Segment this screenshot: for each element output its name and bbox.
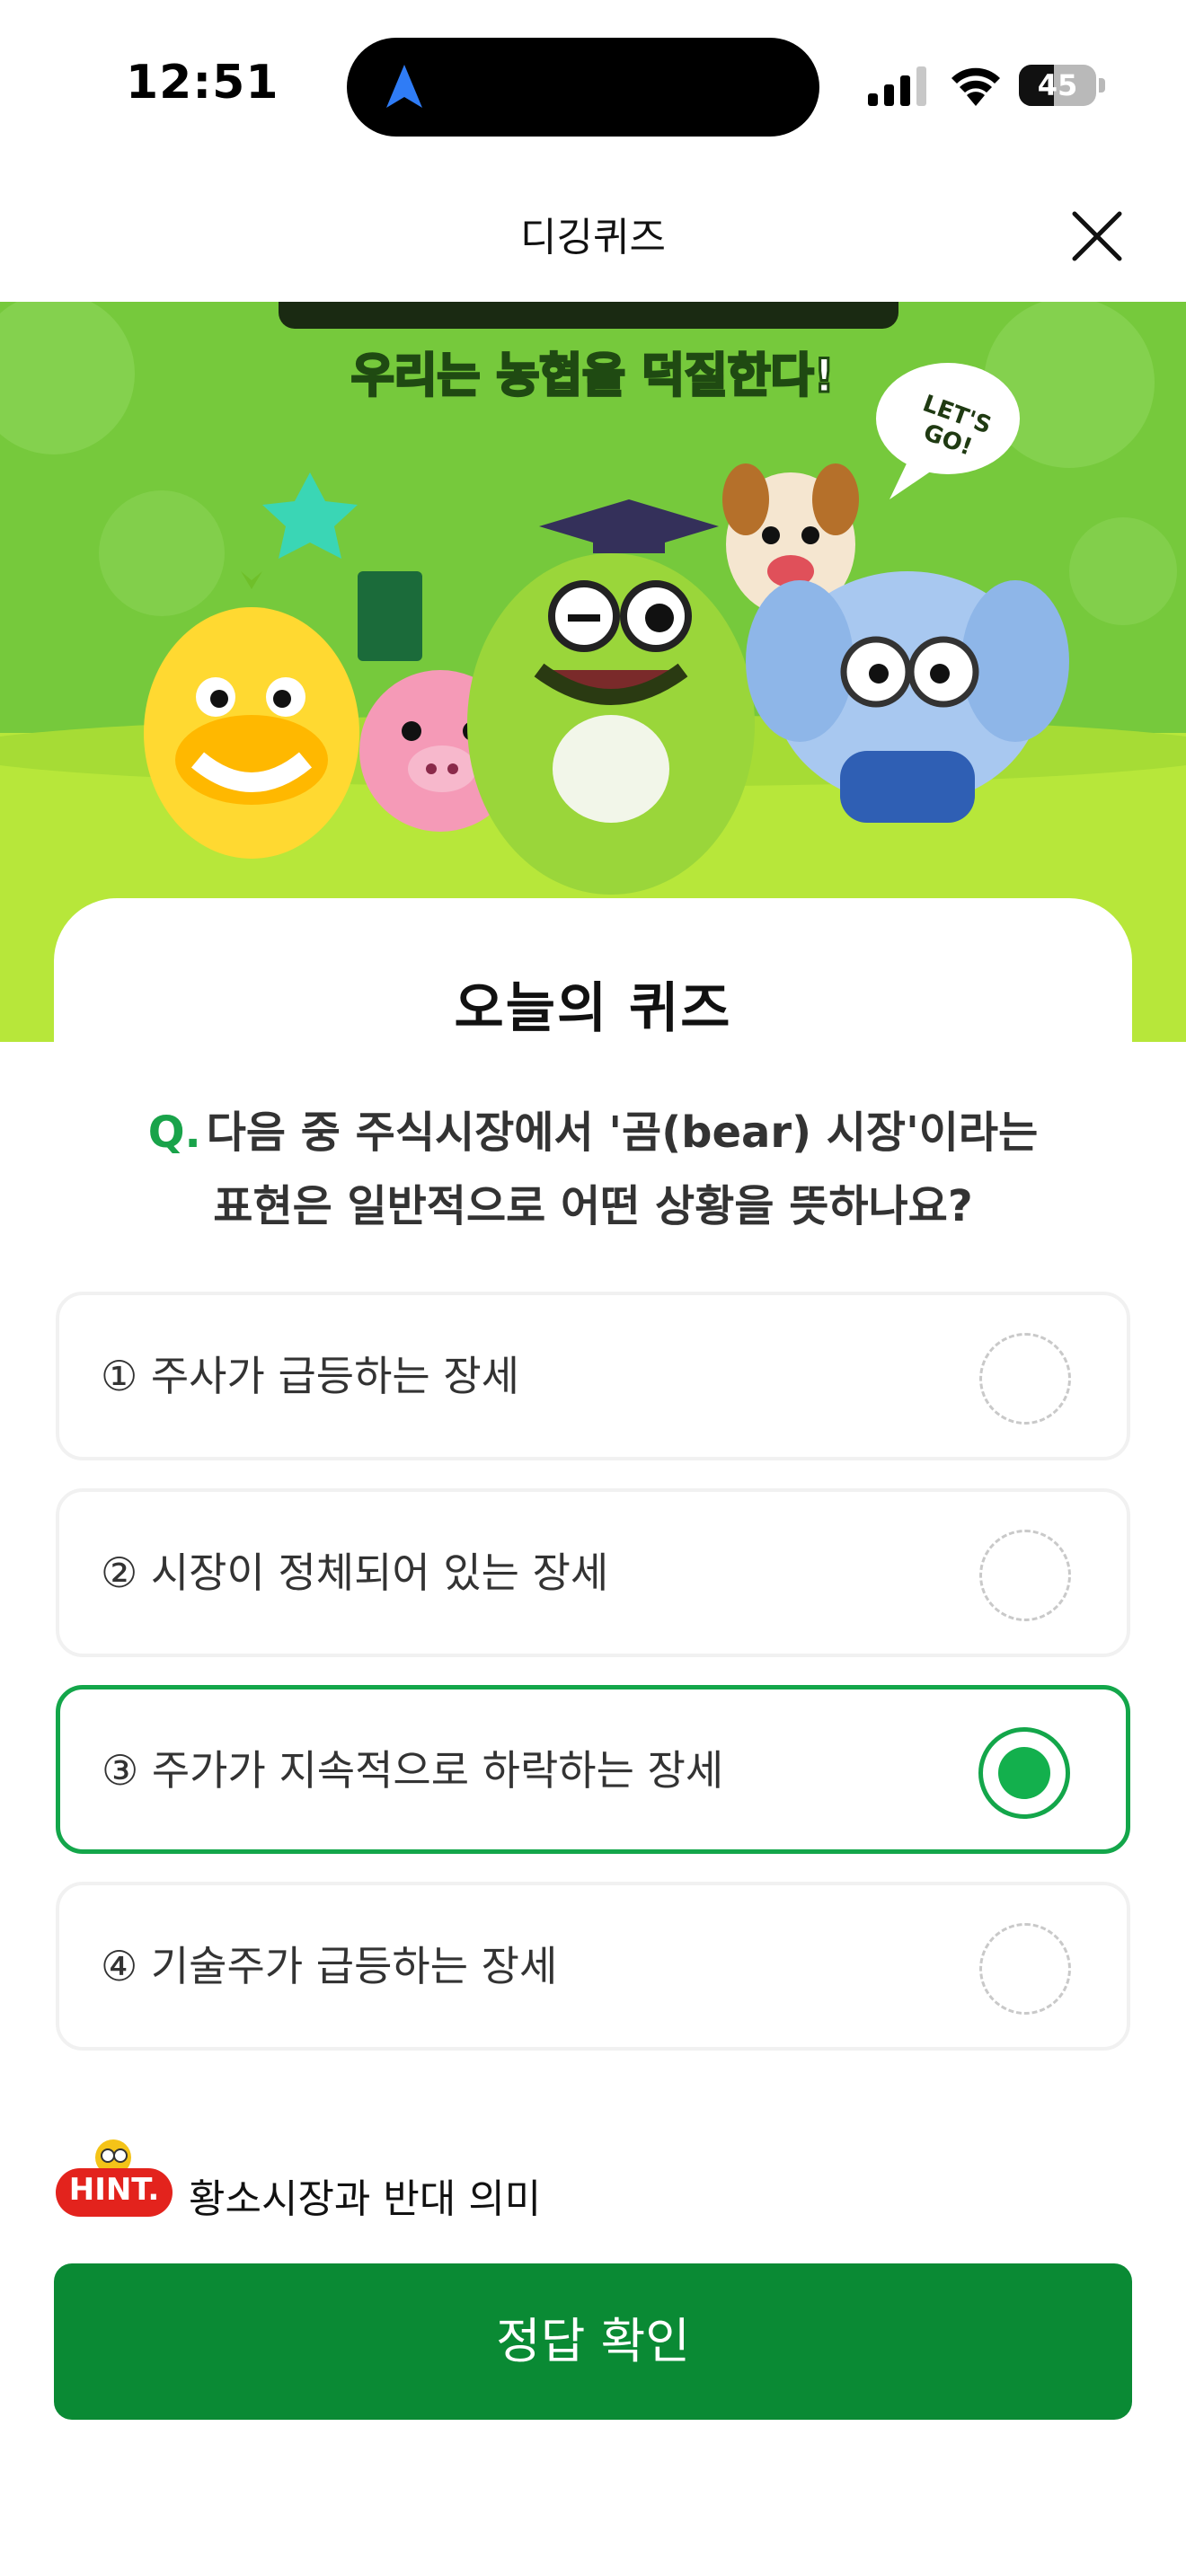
option-label: ④ 기술주가 급등하는 장세 xyxy=(101,1942,558,1990)
dynamic-island xyxy=(347,38,819,137)
status-time: 12:51 xyxy=(126,56,279,110)
option-label: ① 주사가 급등하는 장세 xyxy=(101,1352,519,1400)
radio-selected-dot xyxy=(998,1747,1050,1799)
answer-option-4[interactable]: ④ 기술주가 급등하는 장세 xyxy=(56,1882,1130,2051)
radio-button[interactable] xyxy=(979,1530,1071,1621)
question-line-2: 표현은 일반적으로 어떤 상황을 뜻하나요? xyxy=(213,1181,973,1231)
question-mark: Q. xyxy=(147,1107,201,1158)
radio-button[interactable] xyxy=(979,1923,1071,2015)
question-line-1: 다음 중 주식시장에서 '곰(bear) 시장'이라는 xyxy=(206,1107,1039,1158)
page-title: 디깅퀴즈 xyxy=(520,215,666,260)
quiz-title-text: 오늘의 퀴즈 xyxy=(441,965,745,1043)
radio-button[interactable] xyxy=(979,1333,1071,1425)
battery-percent: 45 xyxy=(1037,68,1078,102)
hint-badge: HINT. xyxy=(54,2138,174,2219)
answer-option-1[interactable]: ① 주사가 급등하는 장세 xyxy=(56,1292,1130,1460)
answer-option-2[interactable]: ② 시장이 정체되어 있는 장세 xyxy=(56,1488,1130,1657)
hint-row: HINT. 황소시장과 반대 의미 xyxy=(54,2138,863,2222)
answer-option-3[interactable]: ③ 주가가 지속적으로 하락하는 장세 xyxy=(56,1685,1130,1854)
option-label: ③ 주가가 지속적으로 하락하는 장세 xyxy=(102,1746,724,1795)
status-bar: 12:51 45 xyxy=(0,0,1186,171)
submit-answer-button[interactable]: 정답 확인 xyxy=(54,2263,1132,2420)
banner-slogan: 우리는 농협을 덕질한다! xyxy=(350,348,836,405)
battery-icon: 45 xyxy=(1019,65,1105,106)
radio-button-selected[interactable] xyxy=(978,1727,1070,1819)
cellular-signal-icon xyxy=(868,66,926,106)
close-icon[interactable] xyxy=(1066,205,1128,268)
question-text: Q. 다음 중 주식시장에서 '곰(bear) 시장'이라는 표현은 일반적으로 … xyxy=(99,1096,1087,1243)
hint-badge-label: HINT. xyxy=(68,2172,160,2208)
app-header: 디깅퀴즈 xyxy=(0,171,1186,302)
option-label: ② 시장이 정체되어 있는 장세 xyxy=(101,1548,609,1597)
location-arrow-icon xyxy=(386,65,422,108)
wifi-icon xyxy=(951,67,1000,106)
hint-text: 황소시장과 반대 의미 xyxy=(189,2176,542,2222)
quiz-title: 오늘의 퀴즈 xyxy=(0,965,1186,1043)
